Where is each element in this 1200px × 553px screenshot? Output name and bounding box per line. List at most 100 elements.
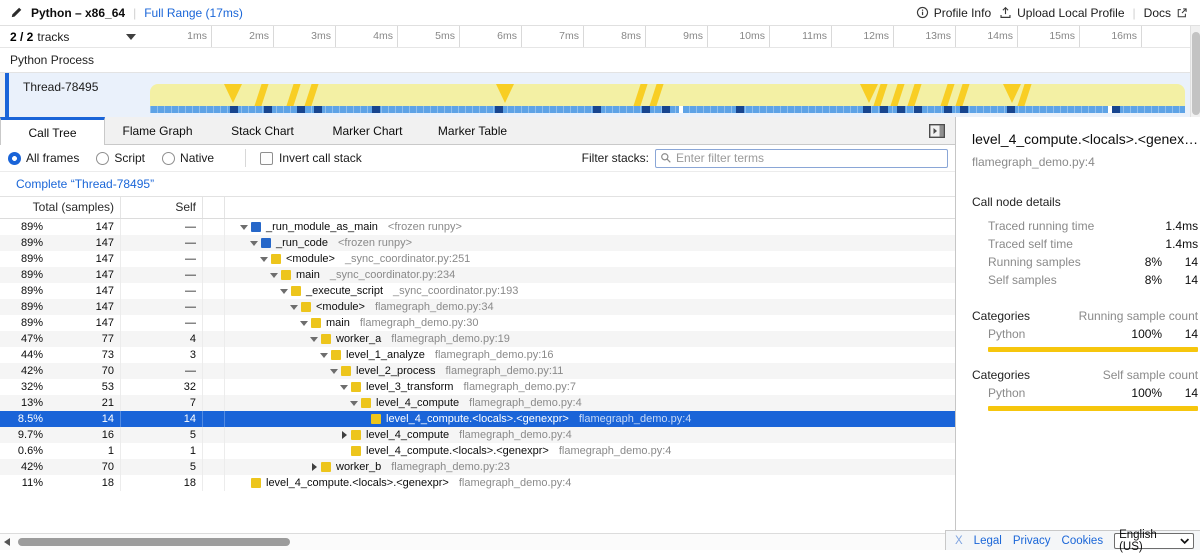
radio-button[interactable] [8, 152, 21, 165]
process-track-label: Python Process [10, 53, 94, 67]
tracks-count: 2 / 2 [10, 30, 33, 44]
vertical-scrollbar-thumb[interactable] [1192, 32, 1200, 115]
tracks-word: tracks [37, 30, 69, 44]
radio-button[interactable] [162, 152, 175, 165]
gutter-cell [203, 459, 225, 475]
activity-marker-slash [940, 84, 954, 106]
radio-native[interactable]: Native [162, 151, 214, 165]
filter-input-box[interactable] [655, 149, 948, 168]
function-name: level_4_compute [376, 395, 459, 411]
expander[interactable] [247, 235, 261, 251]
total-percent-cell: 89% [0, 315, 47, 331]
horizontal-scrollbar[interactable] [0, 533, 955, 550]
footer-link-legal[interactable]: Legal [974, 535, 1002, 547]
expander[interactable] [307, 331, 321, 347]
timeline-header: 2 / 2 tracks 1ms2ms3ms4ms5ms6ms7ms8ms9ms… [0, 26, 1200, 48]
footer-link-x[interactable]: X [955, 535, 963, 547]
call-tree-row[interactable]: 32%5332level_3_transformflamegraph_demo.… [0, 379, 955, 395]
call-tree-row[interactable]: 0.6%11level_4_compute.<locals>.<genexpr>… [0, 443, 955, 459]
call-tree-row[interactable]: 44%733level_1_analyzeflamegraph_demo.py:… [0, 347, 955, 363]
upload-profile-button[interactable]: Upload Local Profile [999, 6, 1124, 20]
call-tree-row[interactable]: 47%774worker_aflamegraph_demo.py:19 [0, 331, 955, 347]
tree-cell: <module>_sync_coordinator.py:251 [225, 251, 955, 267]
tree-cell: _execute_script_sync_coordinator.py:193 [225, 283, 955, 299]
expander[interactable] [277, 283, 291, 299]
call-tree-row[interactable]: 89%147—mainflamegraph_demo.py:30 [0, 315, 955, 331]
call-tree-row[interactable]: 89%147—_run_module_as_main<frozen runpy> [0, 219, 955, 235]
invert-call-stack-checkbox[interactable] [260, 152, 273, 165]
expander[interactable] [337, 427, 351, 443]
stat-label: Running samples [988, 253, 1122, 271]
thread-activity-graph[interactable] [150, 73, 1185, 117]
scroll-left-arrow-icon[interactable] [4, 538, 10, 546]
file-location: <frozen runpy> [338, 235, 412, 251]
tab-marker-chart[interactable]: Marker Chart [315, 117, 420, 144]
call-tree-row[interactable]: 89%147—_execute_script_sync_coordinator.… [0, 283, 955, 299]
invert-call-stack-label[interactable]: Invert call stack [279, 151, 362, 165]
footer-link-cookies[interactable]: Cookies [1062, 535, 1104, 547]
process-track-header[interactable]: Python Process [0, 48, 1190, 73]
activity-marker-slash [1017, 84, 1031, 106]
file-location: flamegraph_demo.py:30 [360, 315, 479, 331]
vertical-scrollbar[interactable] [1190, 26, 1200, 117]
gutter-cell [203, 219, 225, 235]
expander[interactable] [287, 299, 301, 315]
tab-marker-table[interactable]: Marker Table [420, 117, 525, 144]
call-tree-row[interactable]: 89%147—_run_code<frozen runpy> [0, 235, 955, 251]
sample-run [1112, 106, 1120, 113]
full-range-link[interactable]: Full Range (17ms) [144, 6, 243, 20]
expander[interactable] [257, 251, 271, 267]
expander[interactable] [237, 219, 251, 235]
tracks-dropdown[interactable]: 2 / 2 tracks [0, 26, 150, 47]
ruler-tick: 1ms [150, 26, 212, 47]
call-tree-row[interactable]: 9.7%165level_4_computeflamegraph_demo.py… [0, 427, 955, 443]
file-location: flamegraph_demo.py:23 [391, 459, 510, 475]
divider [245, 149, 246, 167]
tree-cell: worker_bflamegraph_demo.py:23 [225, 459, 955, 475]
horizontal-scrollbar-thumb[interactable] [18, 538, 290, 546]
call-tree-row[interactable]: 89%147—<module>_sync_coordinator.py:251 [0, 251, 955, 267]
total-samples-cell: 147 [47, 299, 121, 315]
expander[interactable] [347, 395, 361, 411]
total-samples-cell: 147 [47, 283, 121, 299]
call-tree-row[interactable]: 89%147—main_sync_coordinator.py:234 [0, 267, 955, 283]
expander[interactable] [337, 379, 351, 395]
call-tree-row[interactable]: 13%217level_4_computeflamegraph_demo.py:… [0, 395, 955, 411]
self-cell: 4 [121, 331, 203, 347]
expander[interactable] [267, 267, 281, 283]
language-select[interactable]: English (US) [1114, 533, 1194, 549]
thread-track-label[interactable]: Thread-78495 [9, 73, 150, 117]
radio-script[interactable]: Script [96, 151, 145, 165]
sample-run [297, 106, 305, 113]
pencil-icon[interactable] [10, 6, 23, 19]
total-percent-cell: 89% [0, 299, 47, 315]
expander[interactable] [307, 459, 321, 475]
call-tree-row[interactable]: 42%705worker_bflamegraph_demo.py:23 [0, 459, 955, 475]
triangle-down-icon [240, 225, 248, 230]
radio-all-frames[interactable]: All frames [8, 151, 79, 165]
category-square-icon [321, 462, 331, 472]
tab-call-tree[interactable]: Call Tree [0, 117, 105, 145]
tab-stack-chart[interactable]: Stack Chart [210, 117, 315, 144]
column-header-self[interactable]: Self [121, 197, 203, 218]
call-tree-row[interactable]: 89%147—<module>flamegraph_demo.py:34 [0, 299, 955, 315]
expander[interactable] [297, 315, 311, 331]
call-tree-row[interactable]: 42%70—level_2_processflamegraph_demo.py:… [0, 363, 955, 379]
docs-link[interactable]: Docs [1144, 6, 1188, 20]
breadcrumb-complete-thread-link[interactable]: Complete “Thread-78495” [16, 177, 154, 191]
radio-button[interactable] [96, 152, 109, 165]
sidebar-toggle-button[interactable] [929, 124, 945, 138]
column-header-total[interactable]: Total (samples) [0, 197, 121, 218]
total-percent-cell: 89% [0, 219, 47, 235]
call-tree-row[interactable]: 11%1818level_4_compute.<locals>.<genexpr… [0, 475, 955, 491]
tab-flame-graph[interactable]: Flame Graph [105, 117, 210, 144]
expander[interactable] [317, 347, 331, 363]
self-cell: — [121, 363, 203, 379]
ruler-tick: 12ms [832, 26, 894, 47]
profile-info-button[interactable]: Profile Info [916, 6, 991, 20]
call-tree-row[interactable]: 8.5%1414level_4_compute.<locals>.<genexp… [0, 411, 955, 427]
footer-link-privacy[interactable]: Privacy [1013, 535, 1051, 547]
total-samples-cell: 73 [47, 347, 121, 363]
filter-input[interactable] [672, 151, 947, 165]
expander[interactable] [327, 363, 341, 379]
